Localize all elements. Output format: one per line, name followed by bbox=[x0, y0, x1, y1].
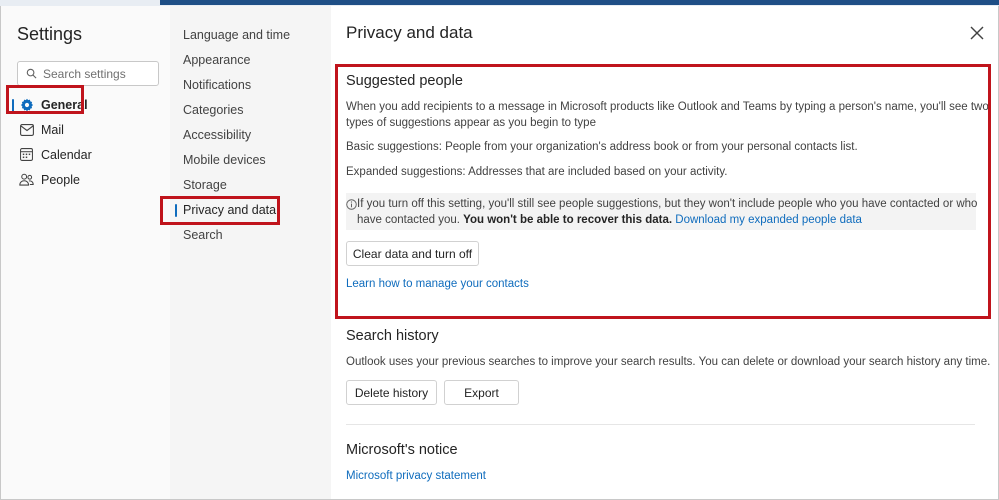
highlight-box-general bbox=[6, 85, 84, 114]
search-history-description: Outlook uses your previous searches to i… bbox=[346, 356, 991, 368]
export-button[interactable]: Export bbox=[444, 380, 519, 405]
subnav-item-accessibility[interactable]: Accessibility bbox=[170, 122, 331, 147]
calendar-icon bbox=[19, 147, 34, 162]
mail-icon bbox=[19, 122, 34, 137]
nav-item-calendar[interactable]: Calendar bbox=[1, 142, 170, 167]
search-icon bbox=[26, 68, 37, 79]
close-icon bbox=[970, 26, 984, 40]
search-history-title: Search history bbox=[346, 328, 439, 344]
microsoft-notice-title: Microsoft's notice bbox=[346, 442, 458, 458]
delete-history-button[interactable]: Delete history bbox=[346, 380, 437, 405]
settings-sub-nav-pane: Language and time Appearance Notificatio… bbox=[170, 6, 331, 499]
close-button[interactable] bbox=[964, 20, 990, 46]
nav-label-calendar: Calendar bbox=[41, 147, 92, 162]
nav-item-mail[interactable]: Mail bbox=[1, 117, 170, 142]
subnav-item-mobile-devices[interactable]: Mobile devices bbox=[170, 147, 331, 172]
subnav-item-notifications[interactable]: Notifications bbox=[170, 72, 331, 97]
search-settings-input[interactable] bbox=[43, 66, 153, 81]
people-icon bbox=[19, 172, 34, 187]
nav-label-people: People bbox=[41, 172, 80, 187]
app-top-bar bbox=[160, 0, 999, 5]
privacy-statement-link[interactable]: Microsoft privacy statement bbox=[346, 469, 486, 485]
nav-item-people[interactable]: People bbox=[1, 167, 170, 192]
subnav-item-categories[interactable]: Categories bbox=[170, 97, 331, 122]
highlight-box-privacy bbox=[160, 196, 280, 225]
subnav-item-storage[interactable]: Storage bbox=[170, 172, 331, 197]
settings-left-pane: Settings General Mail bbox=[1, 6, 170, 499]
section-divider bbox=[346, 424, 975, 425]
highlight-box-suggested-people bbox=[335, 64, 991, 319]
nav-label-mail: Mail bbox=[41, 122, 64, 137]
subnav-item-appearance[interactable]: Appearance bbox=[170, 47, 331, 72]
search-settings-box[interactable] bbox=[17, 61, 159, 86]
settings-title: Settings bbox=[17, 24, 83, 44]
subnav-item-language-and-time[interactable]: Language and time bbox=[170, 22, 331, 47]
subnav-item-search[interactable]: Search bbox=[170, 222, 331, 247]
page-title: Privacy and data bbox=[346, 23, 473, 42]
